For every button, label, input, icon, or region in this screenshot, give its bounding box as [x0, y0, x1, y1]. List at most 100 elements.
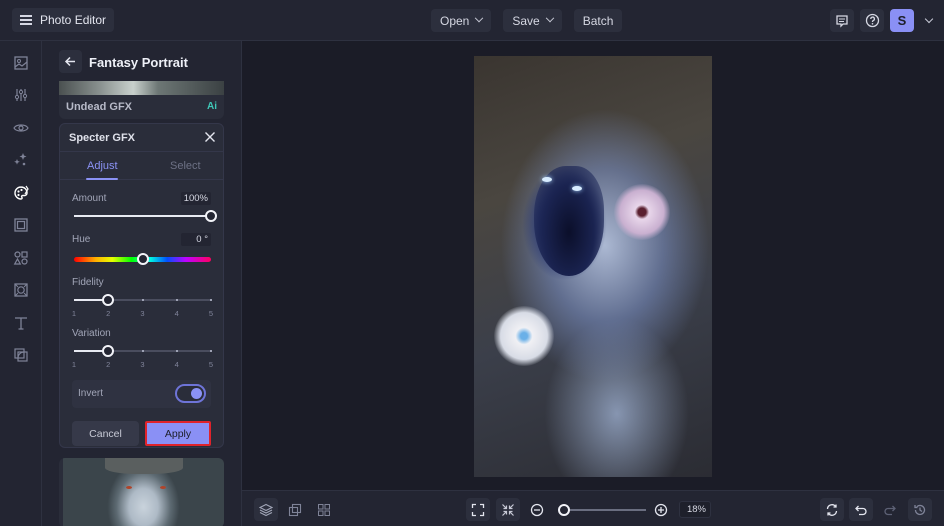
zoom-slider[interactable] [558, 504, 646, 516]
zoom-out-button[interactable] [525, 498, 549, 521]
open-label: Open [440, 13, 470, 28]
eye-icon [13, 124, 29, 132]
avatar-initial: S [897, 13, 907, 28]
photo-face [534, 166, 604, 276]
invert-label: Invert [78, 388, 104, 399]
back-button[interactable] [59, 50, 82, 73]
tab-select[interactable]: Select [170, 160, 201, 172]
layers-button[interactable] [254, 498, 278, 521]
amount-slider[interactable] [74, 210, 217, 222]
help-button[interactable] [860, 9, 884, 32]
rail-item-overlays[interactable] [11, 345, 31, 365]
amount-value[interactable]: 100% [180, 192, 211, 205]
rail-item-ai-tools[interactable] [11, 150, 31, 170]
overlay-icon [14, 348, 28, 362]
fit-screen-button[interactable] [466, 498, 490, 521]
variation-slider-handle[interactable] [102, 345, 115, 357]
redo-icon [884, 505, 896, 515]
fidelity-step-label: 2 [106, 309, 111, 318]
rail-item-preview[interactable] [11, 118, 31, 138]
hue-slider-handle[interactable] [136, 253, 149, 265]
fidelity-slider[interactable] [74, 294, 212, 306]
variation-step-dot [141, 350, 144, 352]
cancel-button[interactable]: Cancel [72, 421, 139, 446]
shrink-icon [502, 503, 514, 516]
rail-item-graphics[interactable] [11, 248, 31, 268]
effect-label: Undead GFX [66, 101, 133, 113]
zoom-level-input[interactable]: 18% [679, 501, 711, 518]
variation-step-label: 1 [71, 360, 77, 369]
compare-button[interactable] [820, 498, 844, 521]
batch-label: Batch [582, 13, 614, 28]
effect-title: Specter GFX [69, 132, 136, 144]
variation-label: Variation [72, 328, 111, 339]
fidelity-step-label: 4 [174, 309, 179, 318]
feedback-button[interactable] [830, 9, 854, 32]
actual-size-button[interactable] [496, 498, 520, 521]
hue-value[interactable]: 0 ° [181, 233, 211, 246]
zoom-out-icon [530, 503, 544, 516]
tool-rail [0, 41, 42, 526]
batch-button[interactable]: Batch [573, 9, 623, 32]
hue-slider[interactable] [74, 253, 211, 265]
zoom-in-button[interactable] [649, 498, 673, 521]
palette-icon [14, 185, 29, 200]
rail-item-adjustments[interactable] [11, 85, 31, 105]
undo-icon [855, 505, 867, 515]
save-button[interactable]: Save [503, 9, 562, 32]
effects-panel: Fantasy Portrait Undead GFX Ai Specter G… [42, 41, 242, 526]
frame-icon [14, 218, 28, 232]
tab-adjust[interactable]: Adjust [87, 160, 118, 172]
history-button[interactable] [908, 498, 932, 521]
amount-slider-fill [74, 215, 211, 217]
duplicate-icon [288, 503, 302, 516]
effect-card-undead-gfx[interactable]: Undead GFX Ai [59, 81, 224, 119]
rail-item-frames[interactable] [11, 215, 31, 235]
effect-thumbnail [59, 81, 224, 95]
save-label: Save [512, 13, 540, 28]
effect-thumbnail [63, 458, 224, 526]
grid-button[interactable] [312, 498, 336, 521]
history-icon [914, 504, 926, 515]
canvas-area[interactable] [242, 41, 944, 490]
effect-card-next[interactable] [59, 458, 224, 526]
undo-button[interactable] [849, 498, 873, 521]
fidelity-slider-handle[interactable] [102, 294, 115, 306]
rail-item-effects[interactable] [11, 183, 31, 203]
duplicate-button[interactable] [283, 498, 307, 521]
invert-row: Invert [72, 380, 211, 408]
rail-item-textures[interactable] [11, 280, 31, 300]
shapes-icon [13, 251, 28, 265]
fit-screen-icon [471, 503, 485, 516]
open-button[interactable]: Open [431, 9, 492, 32]
invert-toggle[interactable] [175, 384, 206, 403]
user-avatar[interactable]: S [890, 9, 914, 32]
chevron-down-icon[interactable] [924, 14, 934, 24]
effect-settings-card: Specter GFX Adjust Select Amount 100% Hu… [59, 123, 224, 448]
fidelity-step-label: 3 [140, 309, 145, 318]
photo-eye [572, 186, 582, 191]
amount-slider-handle[interactable] [205, 210, 217, 222]
variation-slider[interactable] [74, 345, 212, 357]
thumbnail-hair [105, 458, 183, 474]
photo-flower [614, 184, 670, 240]
rail-item-image[interactable] [11, 53, 31, 73]
thumbnail-eye [126, 486, 132, 489]
app-menu-button[interactable]: Photo Editor [12, 8, 115, 32]
rail-item-text[interactable] [11, 313, 31, 333]
fidelity-step-label: 1 [71, 309, 77, 318]
active-tab-indicator [86, 178, 118, 180]
redo-button[interactable] [878, 498, 902, 521]
grid-icon [318, 503, 330, 516]
photo-canvas[interactable] [474, 56, 712, 477]
zoom-in-icon [654, 503, 668, 516]
zoom-slider-handle[interactable] [558, 504, 571, 516]
amount-label: Amount [72, 193, 107, 204]
compare-icon [826, 503, 838, 516]
close-icon[interactable] [204, 131, 216, 143]
hue-label: Hue [72, 234, 91, 245]
ai-badge: Ai [207, 101, 217, 112]
apply-button[interactable]: Apply [145, 421, 211, 446]
layers-icon [259, 503, 273, 516]
text-icon [15, 317, 27, 330]
